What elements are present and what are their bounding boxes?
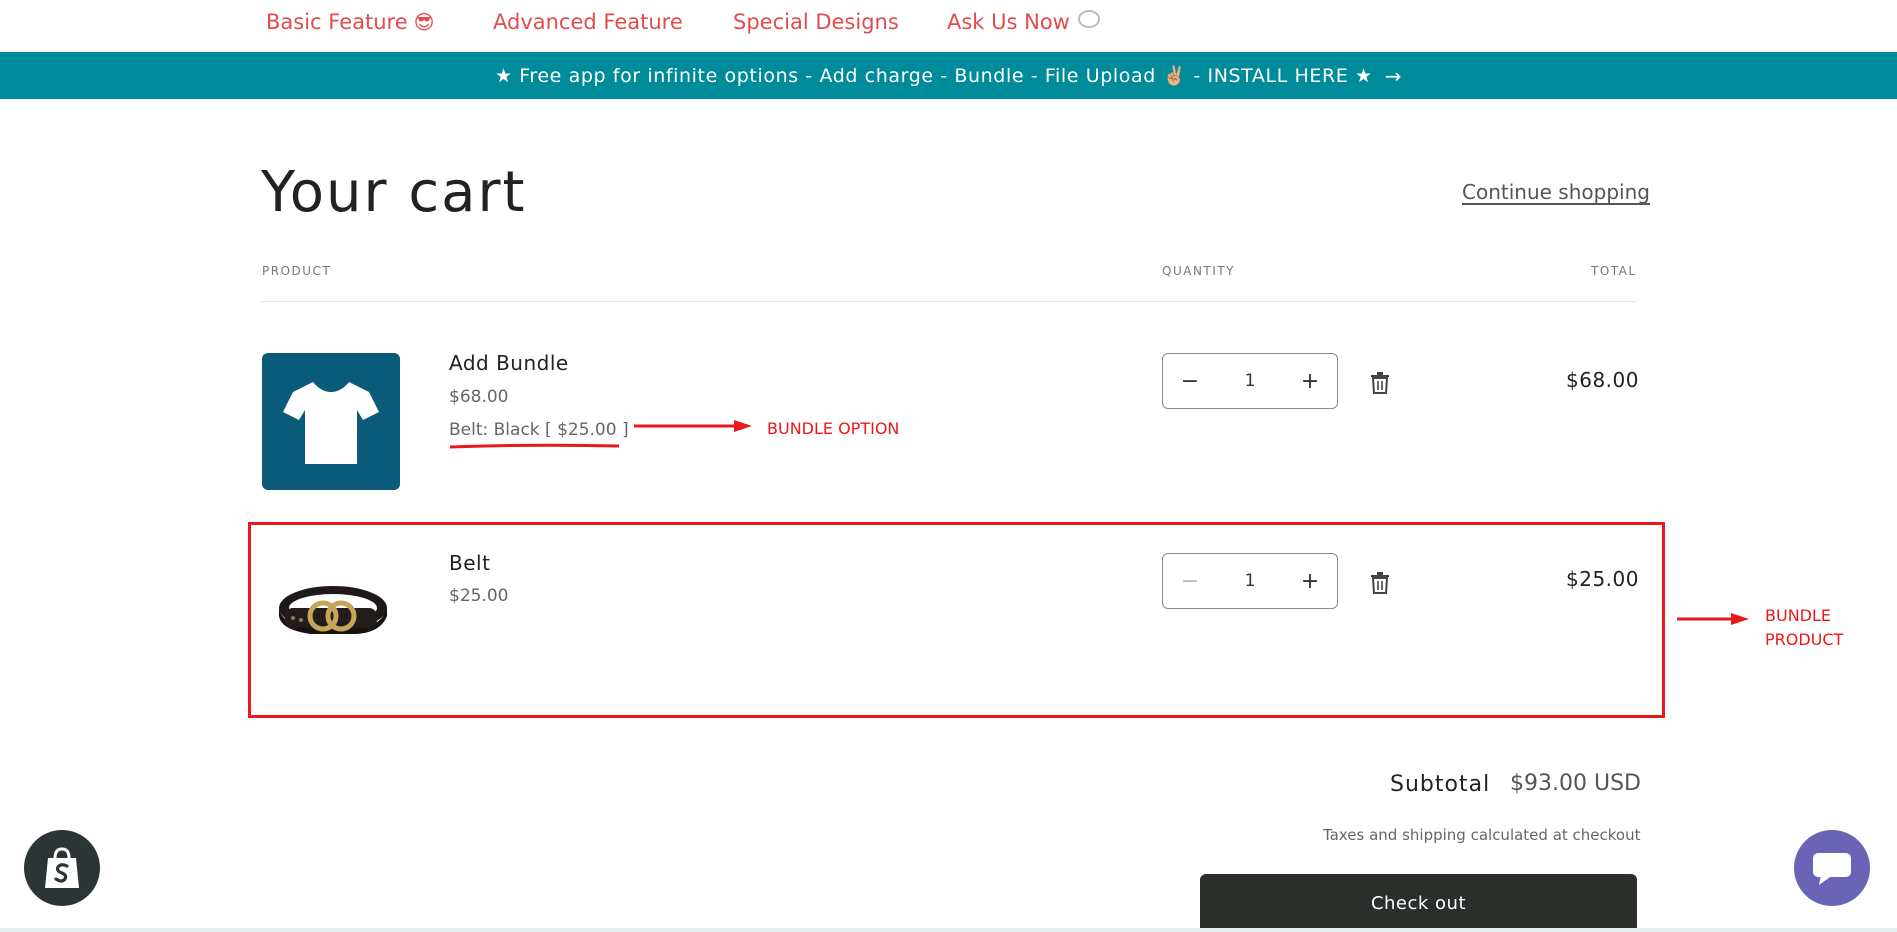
top-nav: Basic Feature 😎 Advanced Feature Special … (0, 0, 1897, 52)
sunglasses-emoji-icon: 😎 (413, 10, 435, 34)
product-name-add-bundle[interactable]: Add Bundle (449, 351, 569, 375)
chat-icon (1813, 853, 1851, 885)
line-total: $68.00 (1566, 368, 1639, 392)
belt-icon (279, 586, 387, 634)
nav-item-label: Special Designs (733, 10, 899, 34)
continue-shopping-link[interactable]: Continue shopping (1462, 180, 1650, 204)
product-name-belt[interactable]: Belt (449, 551, 490, 575)
nav-item-basic-feature[interactable]: Basic Feature 😎 (266, 10, 435, 34)
page-title: Your cart (261, 160, 527, 225)
product-image-belt[interactable] (262, 553, 400, 663)
tshirt-icon (283, 381, 379, 464)
annotation-line: BUNDLE (1765, 606, 1831, 625)
header-divider (261, 301, 1637, 302)
line-total: $25.00 (1566, 567, 1639, 591)
banner-text: ★ Free app for infinite options - Add ch… (494, 65, 1373, 87)
annotation-line: PRODUCT (1765, 630, 1844, 649)
subtotal-value: $93.00 USD (1510, 771, 1641, 796)
product-image-add-bundle[interactable] (262, 353, 400, 490)
nav-item-label: Advanced Feature (493, 10, 683, 34)
shopify-bag-icon (45, 847, 79, 888)
quantity-value[interactable]: 1 (1225, 371, 1275, 391)
promo-banner[interactable]: ★ Free app for infinite options - Add ch… (0, 52, 1897, 99)
quantity-value[interactable]: 1 (1225, 571, 1275, 591)
product-price: $68.00 (449, 387, 509, 407)
annotation-bundle-product: BUNDLE PRODUCT (1765, 604, 1843, 652)
trash-icon[interactable] (1370, 572, 1390, 594)
nav-item-ask-us-now[interactable]: Ask Us Now (947, 10, 1100, 34)
annotation-arrow-icon (634, 420, 752, 432)
shopify-badge[interactable] (24, 830, 100, 906)
nav-item-label: Basic Feature (266, 10, 408, 34)
subtotal-label: Subtotal (1390, 772, 1491, 797)
decrease-quantity-button[interactable]: − (1163, 354, 1217, 408)
nav-item-special-designs[interactable]: Special Designs (733, 10, 899, 34)
chat-button[interactable] (1794, 830, 1870, 906)
trash-icon[interactable] (1370, 372, 1390, 394)
bundle-option-text: Belt: Black [ $25.00 ] (449, 420, 629, 440)
bottom-edge (0, 928, 1897, 932)
checkout-button[interactable]: Check out (1200, 874, 1637, 932)
column-header-product: PRODUCT (262, 264, 332, 278)
increase-quantity-button[interactable]: + (1283, 554, 1337, 608)
nav-item-label: Ask Us Now (947, 10, 1070, 34)
nav-item-advanced-feature[interactable]: Advanced Feature (493, 10, 683, 34)
speech-bubble-icon (1077, 10, 1100, 28)
quantity-stepper[interactable]: − 1 + (1162, 553, 1338, 609)
arrow-right-icon: → (1384, 63, 1403, 88)
quantity-stepper[interactable]: − 1 + (1162, 353, 1338, 409)
increase-quantity-button[interactable]: + (1283, 354, 1337, 408)
column-header-total: TOTAL (1591, 264, 1637, 278)
taxes-note: Taxes and shipping calculated at checkou… (1323, 826, 1641, 844)
annotation-bundle-option: BUNDLE OPTION (767, 419, 900, 438)
decrease-quantity-button[interactable]: − (1163, 554, 1217, 608)
column-header-quantity: QUANTITY (1162, 264, 1235, 278)
product-price: $25.00 (449, 586, 509, 606)
annotation-underline (449, 443, 620, 449)
annotation-arrow-icon (1677, 613, 1749, 625)
